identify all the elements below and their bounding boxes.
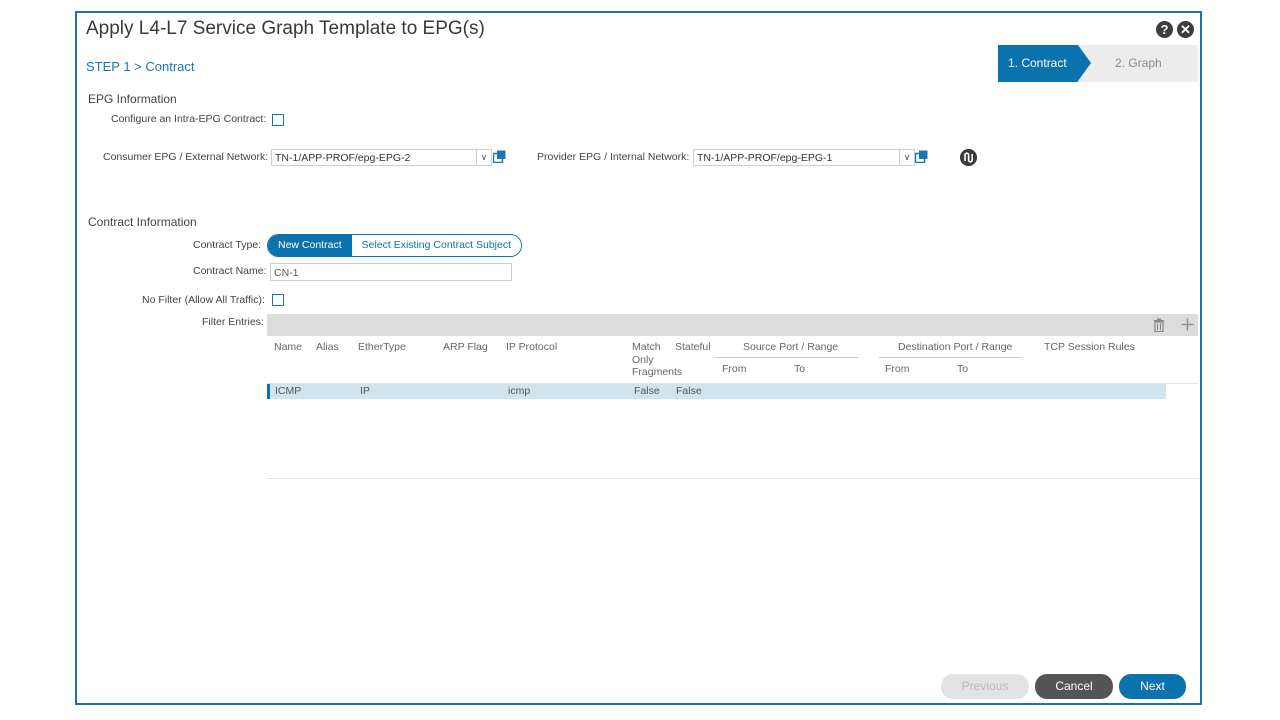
chevron-down-icon[interactable]: ∨ (476, 149, 491, 166)
provider-epg-label: Provider EPG / Internal Network: (537, 151, 690, 163)
wizard-steps: 1. Contract 2. Graph (998, 45, 1198, 82)
cell-ethertype: IP (360, 385, 370, 397)
col-tcp-rules[interactable]: TCP Session Rules (1044, 341, 1135, 353)
contract-type-label: Contract Type: (193, 239, 262, 251)
col-source-port[interactable]: Source Port / Range (743, 341, 838, 353)
provider-epg-select[interactable]: TN-1/APP-PROF/epg-EPG-1 ∨ (693, 149, 915, 166)
col-ip-protocol[interactable]: IP Protocol (506, 341, 557, 353)
cell-ip-protocol: icmp (508, 385, 531, 397)
filter-entries-label: Filter Entries: (202, 316, 264, 328)
intra-epg-checkbox[interactable] (272, 114, 284, 126)
table-toolbar (267, 314, 1198, 336)
col-source-from[interactable]: From (722, 363, 747, 375)
plus-icon[interactable] (1181, 318, 1194, 331)
intra-epg-label: Configure an Intra-EPG Contract: (111, 113, 267, 125)
dest-port-divider (879, 357, 1022, 358)
source-port-divider (715, 357, 859, 358)
dialog-title: Apply L4-L7 Service Graph Template to EP… (86, 18, 485, 39)
cell-match-fragments: False (634, 385, 660, 397)
cell-name: ICMP (275, 385, 302, 397)
col-ethertype[interactable]: EtherType (358, 341, 406, 353)
previous-button[interactable]: Previous (941, 674, 1029, 699)
epg-section-heading: EPG Information (88, 92, 177, 106)
table-bottom-divider (267, 478, 1198, 479)
trash-icon[interactable] (1153, 318, 1165, 332)
col-name[interactable]: Name (274, 341, 302, 353)
contract-name-input[interactable]: CN-1 (270, 263, 512, 281)
dialog: Apply L4-L7 Service Graph Template to EP… (75, 11, 1202, 705)
col-arp-flag[interactable]: ARP Flag (443, 341, 488, 353)
open-external-icon[interactable] (493, 150, 506, 163)
consumer-epg-select[interactable]: TN-1/APP-PROF/epg-EPG-2 ∨ (271, 149, 492, 166)
close-icon[interactable]: ✕ (1177, 21, 1194, 38)
no-filter-checkbox[interactable] (272, 294, 284, 306)
provider-epg-value: TN-1/APP-PROF/epg-EPG-1 (697, 152, 833, 164)
wizard-step-graph[interactable]: 2. Graph (1091, 45, 1198, 82)
next-button[interactable]: Next (1119, 674, 1186, 699)
consumer-epg-value: TN-1/APP-PROF/epg-EPG-2 (275, 152, 411, 164)
wizard-step-contract[interactable]: 1. Contract (998, 45, 1078, 82)
chevron-down-icon[interactable]: ∨ (899, 149, 914, 166)
col-dest-port[interactable]: Destination Port / Range (898, 341, 1012, 353)
table-row[interactable]: ICMP IP icmp False False (267, 384, 1166, 399)
col-source-to[interactable]: To (794, 363, 805, 375)
col-dest-to[interactable]: To (957, 363, 968, 375)
existing-contract-option[interactable]: Select Existing Contract Subject (351, 235, 522, 256)
wizard-arrow-icon (1078, 45, 1091, 81)
contract-section-heading: Contract Information (88, 215, 197, 229)
cell-stateful: False (676, 385, 702, 397)
breadcrumb: STEP 1 > Contract (86, 59, 195, 74)
swap-epg-icon[interactable] (960, 149, 977, 166)
help-icon[interactable]: ? (1156, 21, 1173, 38)
col-dest-from[interactable]: From (885, 363, 910, 375)
open-external-icon[interactable] (915, 150, 928, 163)
new-contract-option[interactable]: New Contract (268, 235, 352, 256)
contract-type-toggle: New Contract Select Existing Contract Su… (267, 234, 523, 257)
no-filter-label: No Filter (Allow All Traffic): (142, 294, 265, 306)
cancel-button[interactable]: Cancel (1035, 674, 1113, 699)
contract-name-label: Contract Name: (193, 265, 267, 277)
col-alias[interactable]: Alias (316, 341, 339, 353)
col-stateful[interactable]: Stateful (675, 341, 711, 353)
consumer-epg-label: Consumer EPG / External Network: (103, 151, 269, 163)
